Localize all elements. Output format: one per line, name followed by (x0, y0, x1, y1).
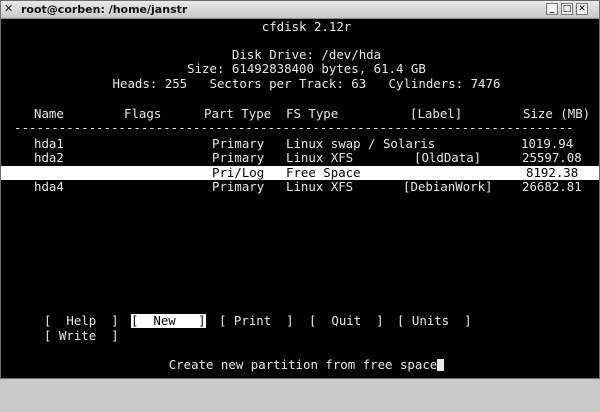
col-fs-type: FS Type (286, 106, 339, 121)
col-flags: Flags (124, 106, 162, 121)
write-button[interactable]: [ Write ] (44, 329, 119, 343)
x-window-icon[interactable]: ✕ (4, 3, 17, 15)
help-button[interactable]: [ Help ] (44, 314, 119, 328)
table-row[interactable]: hda2 Primary Linux XFS [OldData] 25597.0… (14, 151, 599, 165)
app-title: cfdisk 2.12r (261, 19, 352, 34)
terminal-screen[interactable]: cfdisk 2.12r Disk Drive: /dev/hda Size: … (1, 19, 599, 377)
new-button[interactable]: [ New ] (131, 314, 206, 328)
col-name: Name (34, 106, 64, 121)
terminal-window: ✕ root@corben: /home/janstr _ □ ✕ cfdisk… (0, 0, 600, 379)
cursor (437, 359, 445, 371)
close-button[interactable]: ✕ (576, 3, 588, 15)
title-bar[interactable]: ✕ root@corben: /home/janstr _ □ ✕ (1, 1, 599, 19)
menu-bar-row-2: [ Write ] (14, 329, 599, 343)
table-row[interactable]: hda4 Primary Linux XFS [DebianWork] 2668… (14, 180, 599, 194)
separator: ----------------------------------------… (14, 121, 574, 135)
maximize-button[interactable]: □ (561, 3, 573, 15)
minimize-button[interactable]: _ (546, 3, 558, 15)
units-button[interactable]: [ Units ] (397, 314, 472, 328)
disk-geometry: Heads: 255 Sectors per Track: 63 Cylinde… (112, 76, 501, 91)
column-headers: Name Flags Part Type FS Type [Label] Siz… (14, 107, 599, 121)
window-title: root@corben: /home/janstr (21, 3, 188, 16)
col-label: [Label] (410, 106, 463, 121)
disk-size: Size: 61492838400 bytes, 61.4 GB (187, 61, 426, 76)
status-text: Create new partition from free space (168, 357, 438, 372)
print-button[interactable]: [ Print ] (219, 314, 294, 328)
quit-button[interactable]: [ Quit ] (309, 314, 384, 328)
col-size: Size (MB) (523, 106, 591, 121)
col-part-type: Part Type (204, 106, 272, 121)
menu-bar: [ Help ] [ New ] [ Print ] [ Quit ] [ Un… (14, 314, 599, 328)
table-row-selected[interactable]: Pri/Log Free Space 8192.38 (1, 166, 599, 180)
status-line: Create new partition from free space (14, 358, 599, 372)
table-row[interactable]: hda1 Primary Linux swap / Solaris 1019.9… (14, 137, 599, 151)
disk-drive: Disk Drive: /dev/hda (231, 47, 382, 62)
